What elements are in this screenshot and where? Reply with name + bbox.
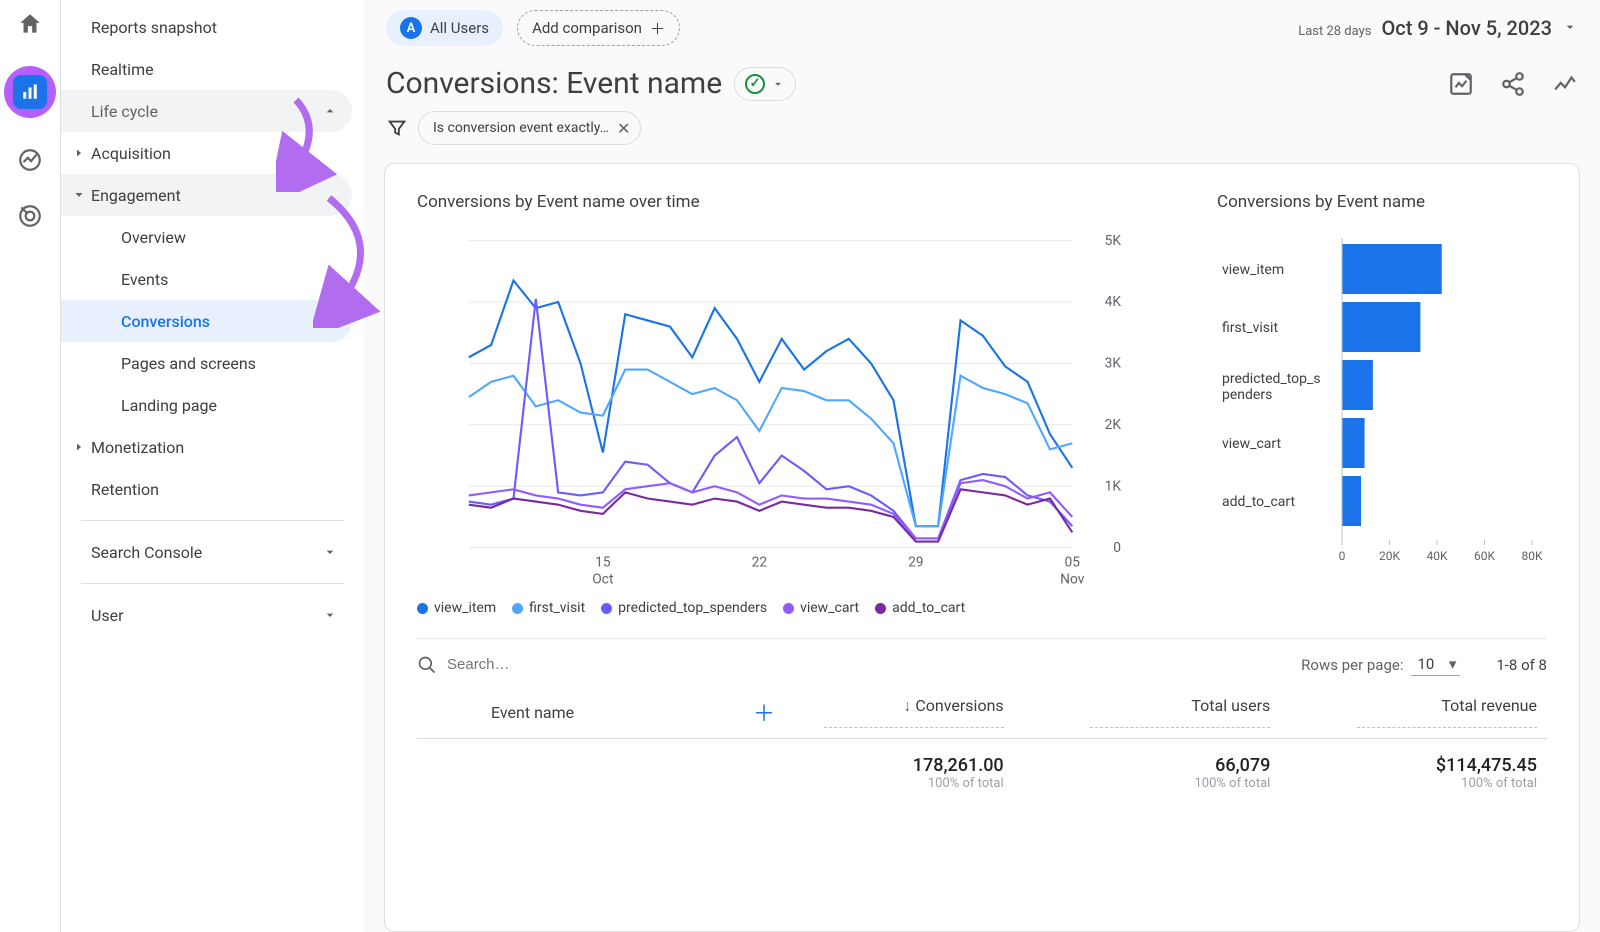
svg-text:20K: 20K [1379,549,1400,563]
bar-chart: view_item first_visit predicted_top_spende… [1217,230,1547,610]
sidebar-retention[interactable]: Retention [61,468,352,510]
line-chart: 0 1K 2K 3K 4K 5K 15Oct 22 29 05Nov [417,230,1177,590]
sidebar-overview[interactable]: Overview [61,216,352,258]
insights-icon[interactable] [1552,71,1578,97]
sort-desc-icon: ↓ [903,696,911,715]
total-revenue: $114,475.45 [1320,755,1537,776]
date-range-picker[interactable]: Last 28 days Oct 9 - Nov 5, 2023 [1298,16,1578,40]
svg-text:05: 05 [1065,555,1081,571]
rows-per-page-label: Rows per page: [1301,656,1403,674]
reports-icon[interactable] [4,66,56,118]
filter-icon[interactable] [386,117,408,139]
svg-text:80K: 80K [1521,549,1542,563]
chevron-up-icon [322,103,338,119]
report-card: Conversions by Event name over time 0 1K 2… [384,163,1580,932]
home-icon[interactable] [16,10,44,38]
col-event-name: Event name [491,703,574,722]
svg-text:15: 15 [595,555,611,571]
svg-text:40K: 40K [1426,549,1447,563]
sidebar-realtime[interactable]: Realtime [61,48,352,90]
sidebar-acquisition[interactable]: Acquisition [61,132,352,174]
filter-chip-label: Is conversion event exactly… [433,120,609,136]
filter-chip[interactable]: Is conversion event exactly… ✕ [418,111,641,145]
plus-icon: ＋ [650,18,665,39]
svg-text:add_to_cart: add_to_cart [1222,494,1295,510]
table-pager: 1-8 of 8 [1496,656,1547,674]
advertising-icon[interactable] [16,202,44,230]
svg-text:Nov: Nov [1060,572,1085,588]
main-content: A All Users Add comparison ＋ Last 28 day… [364,0,1600,932]
sidebar-conversions[interactable]: Conversions [61,300,352,342]
svg-text:1K: 1K [1105,478,1122,494]
legend-item[interactable]: view_cart [783,600,859,616]
svg-text:22: 22 [752,555,768,571]
status-chip[interactable]: ✓ [734,67,796,101]
explore-icon[interactable] [16,146,44,174]
sidebar-engagement[interactable]: Engagement [61,174,352,216]
legend-item[interactable]: predicted_top_spenders [601,600,767,616]
svg-text:60K: 60K [1474,549,1495,563]
total-users: 66,079 [1054,755,1271,776]
chevron-down-icon [771,77,785,91]
svg-text:predicted_top_s: predicted_top_s [1222,371,1321,387]
search-icon[interactable] [417,655,437,675]
report-sidebar: Reports snapshot Realtime Life cycle Acq… [60,0,364,932]
svg-text:29: 29 [908,555,923,571]
caret-right-icon [73,441,91,453]
bar-chart-title: Conversions by Event name [1217,192,1547,212]
page-title: Conversions: Event name [386,66,722,101]
sidebar-landing-page[interactable]: Landing page [61,384,352,426]
chevron-down-icon [322,544,338,560]
date-range-label: Last 28 days [1298,24,1371,39]
sidebar-reports-snapshot[interactable]: Reports snapshot [61,6,352,48]
comparison-bar: A All Users Add comparison ＋ Last 28 day… [364,0,1600,46]
date-range-value: Oct 9 - Nov 5, 2023 [1381,16,1552,40]
caret-right-icon [73,147,91,159]
legend-item[interactable]: add_to_cart [875,600,965,616]
add-comparison-button[interactable]: Add comparison ＋ [517,10,680,46]
svg-text:3K: 3K [1105,356,1122,372]
legend-item[interactable]: view_item [417,600,496,616]
svg-text:4K: 4K [1105,294,1122,310]
close-icon[interactable]: ✕ [617,119,630,138]
svg-text:5K: 5K [1105,233,1122,249]
svg-text:Oct: Oct [592,572,614,588]
caret-down-icon [73,189,91,201]
sidebar-events[interactable]: Events [61,258,352,300]
svg-text:2K: 2K [1105,417,1122,433]
svg-text:0: 0 [1339,549,1346,563]
nav-rail [0,0,60,932]
sidebar-search-console[interactable]: Search Console [61,531,352,573]
col-total-revenue[interactable]: Total revenue [1357,696,1537,728]
chevron-down-icon [1562,19,1578,35]
sidebar-section-lifecycle[interactable]: Life cycle [61,90,352,132]
sidebar-user[interactable]: User [61,594,352,636]
customize-icon[interactable] [1448,71,1474,97]
share-icon[interactable] [1500,71,1526,97]
segment-all-users[interactable]: A All Users [386,10,503,46]
legend-item[interactable]: first_visit [512,600,585,616]
col-conversions[interactable]: ↓Conversions [824,696,1004,728]
check-circle-icon: ✓ [745,74,765,94]
svg-text:penders: penders [1222,387,1272,403]
sidebar-monetization[interactable]: Monetization [61,426,352,468]
svg-text:view_item: view_item [1222,262,1284,278]
total-conversions: 178,261.00 [787,755,1004,776]
sidebar-pages-screens[interactable]: Pages and screens [61,342,352,384]
chevron-down-icon [322,607,338,623]
data-table: Rows per page: 10 1-8 of 8 Event name ＋ … [417,638,1547,791]
rows-per-page-select[interactable]: 10 [1411,653,1460,676]
line-chart-title: Conversions by Event name over time [417,192,1177,212]
line-chart-legend: view_item first_visit predicted_top_spende… [417,600,1177,616]
col-total-users[interactable]: Total users [1090,696,1270,728]
segment-badge: A [400,17,422,39]
add-dimension-button[interactable]: ＋ [753,696,775,728]
svg-text:0: 0 [1113,540,1121,556]
table-search-input[interactable] [447,656,707,673]
svg-text:first_visit: first_visit [1222,320,1278,336]
svg-text:view_cart: view_cart [1222,436,1281,452]
